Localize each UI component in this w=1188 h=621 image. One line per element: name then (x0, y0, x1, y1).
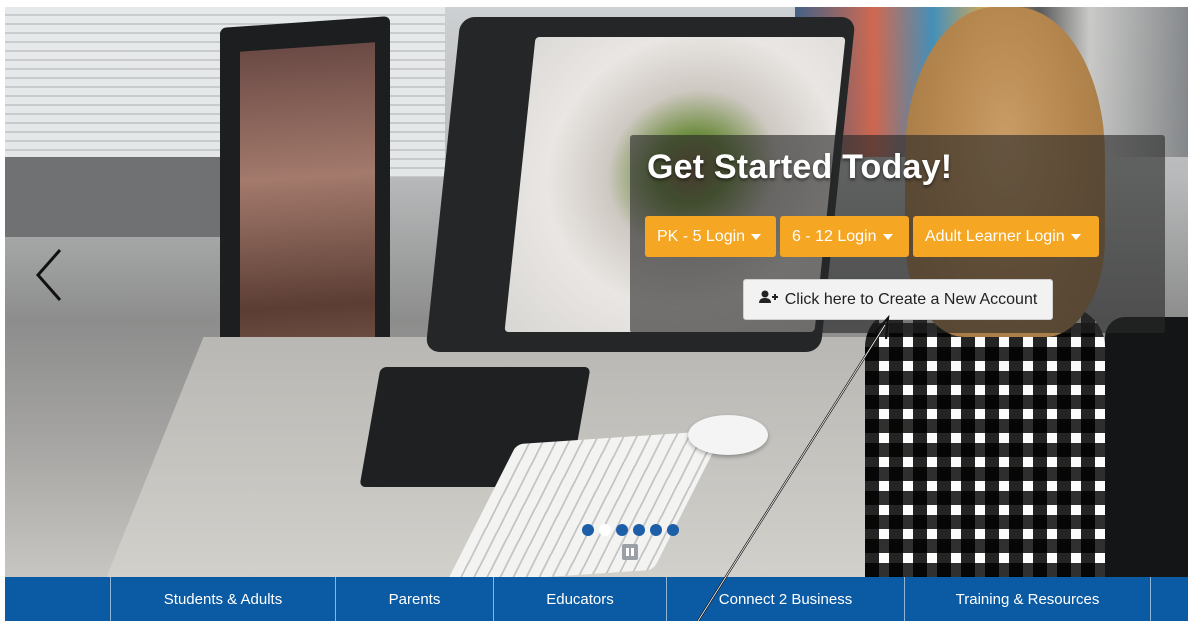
nav-item-training-resources[interactable]: Training & Resources (905, 577, 1151, 621)
carousel-dot[interactable] (650, 524, 662, 536)
nav-item-label: Educators (546, 590, 614, 608)
create-account-label: Click here to Create a New Account (784, 290, 1038, 308)
carousel-dot-active[interactable] (599, 524, 611, 536)
background-wall (5, 157, 235, 237)
nav-item-label: Students & Adults (163, 590, 283, 608)
grade6-12-login-button[interactable]: 6 - 12 Login (780, 216, 909, 257)
caret-down-icon (882, 233, 893, 240)
pause-icon-bar (626, 548, 629, 556)
background-person-shirt (865, 307, 1105, 577)
carousel-indicators (582, 524, 679, 536)
nav-item-connect-2-business[interactable]: Connect 2 Business (667, 577, 905, 621)
login-button-label: Adult Learner Login (925, 227, 1065, 245)
carousel-pause-button[interactable] (622, 544, 638, 560)
carousel-dot[interactable] (633, 524, 645, 536)
nav-spacer (5, 577, 111, 621)
pause-icon-bar (631, 548, 634, 556)
nav-item-students-adults[interactable]: Students & Adults (111, 577, 336, 621)
nav-item-educators[interactable]: Educators (494, 577, 667, 621)
login-button-label: 6 - 12 Login (792, 227, 877, 245)
pk5-login-button[interactable]: PK - 5 Login (645, 216, 776, 257)
carousel-prev-button[interactable] (30, 245, 70, 305)
carousel-dot[interactable] (667, 524, 679, 536)
cta-title: Get Started Today! (647, 148, 953, 186)
carousel-dot[interactable] (616, 524, 628, 536)
caret-down-icon (751, 233, 762, 240)
adult-learner-login-button[interactable]: Adult Learner Login (913, 216, 1099, 257)
caret-down-icon (1070, 233, 1081, 240)
carousel-dot[interactable] (582, 524, 594, 536)
background-mouse (688, 415, 768, 455)
create-account-button[interactable]: Click here to Create a New Account (743, 279, 1053, 320)
user-plus-icon (758, 290, 779, 309)
chevron-left-icon (36, 249, 62, 301)
nav-item-label: Training & Resources (955, 590, 1100, 608)
nav-item-label: Connect 2 Business (718, 590, 853, 608)
main-nav: Students & Adults Parents Educators Conn… (5, 577, 1188, 621)
login-button-label: PK - 5 Login (657, 227, 746, 245)
nav-item-parents[interactable]: Parents (336, 577, 494, 621)
background-chair (1105, 317, 1188, 577)
nav-item-label: Parents (388, 590, 441, 608)
